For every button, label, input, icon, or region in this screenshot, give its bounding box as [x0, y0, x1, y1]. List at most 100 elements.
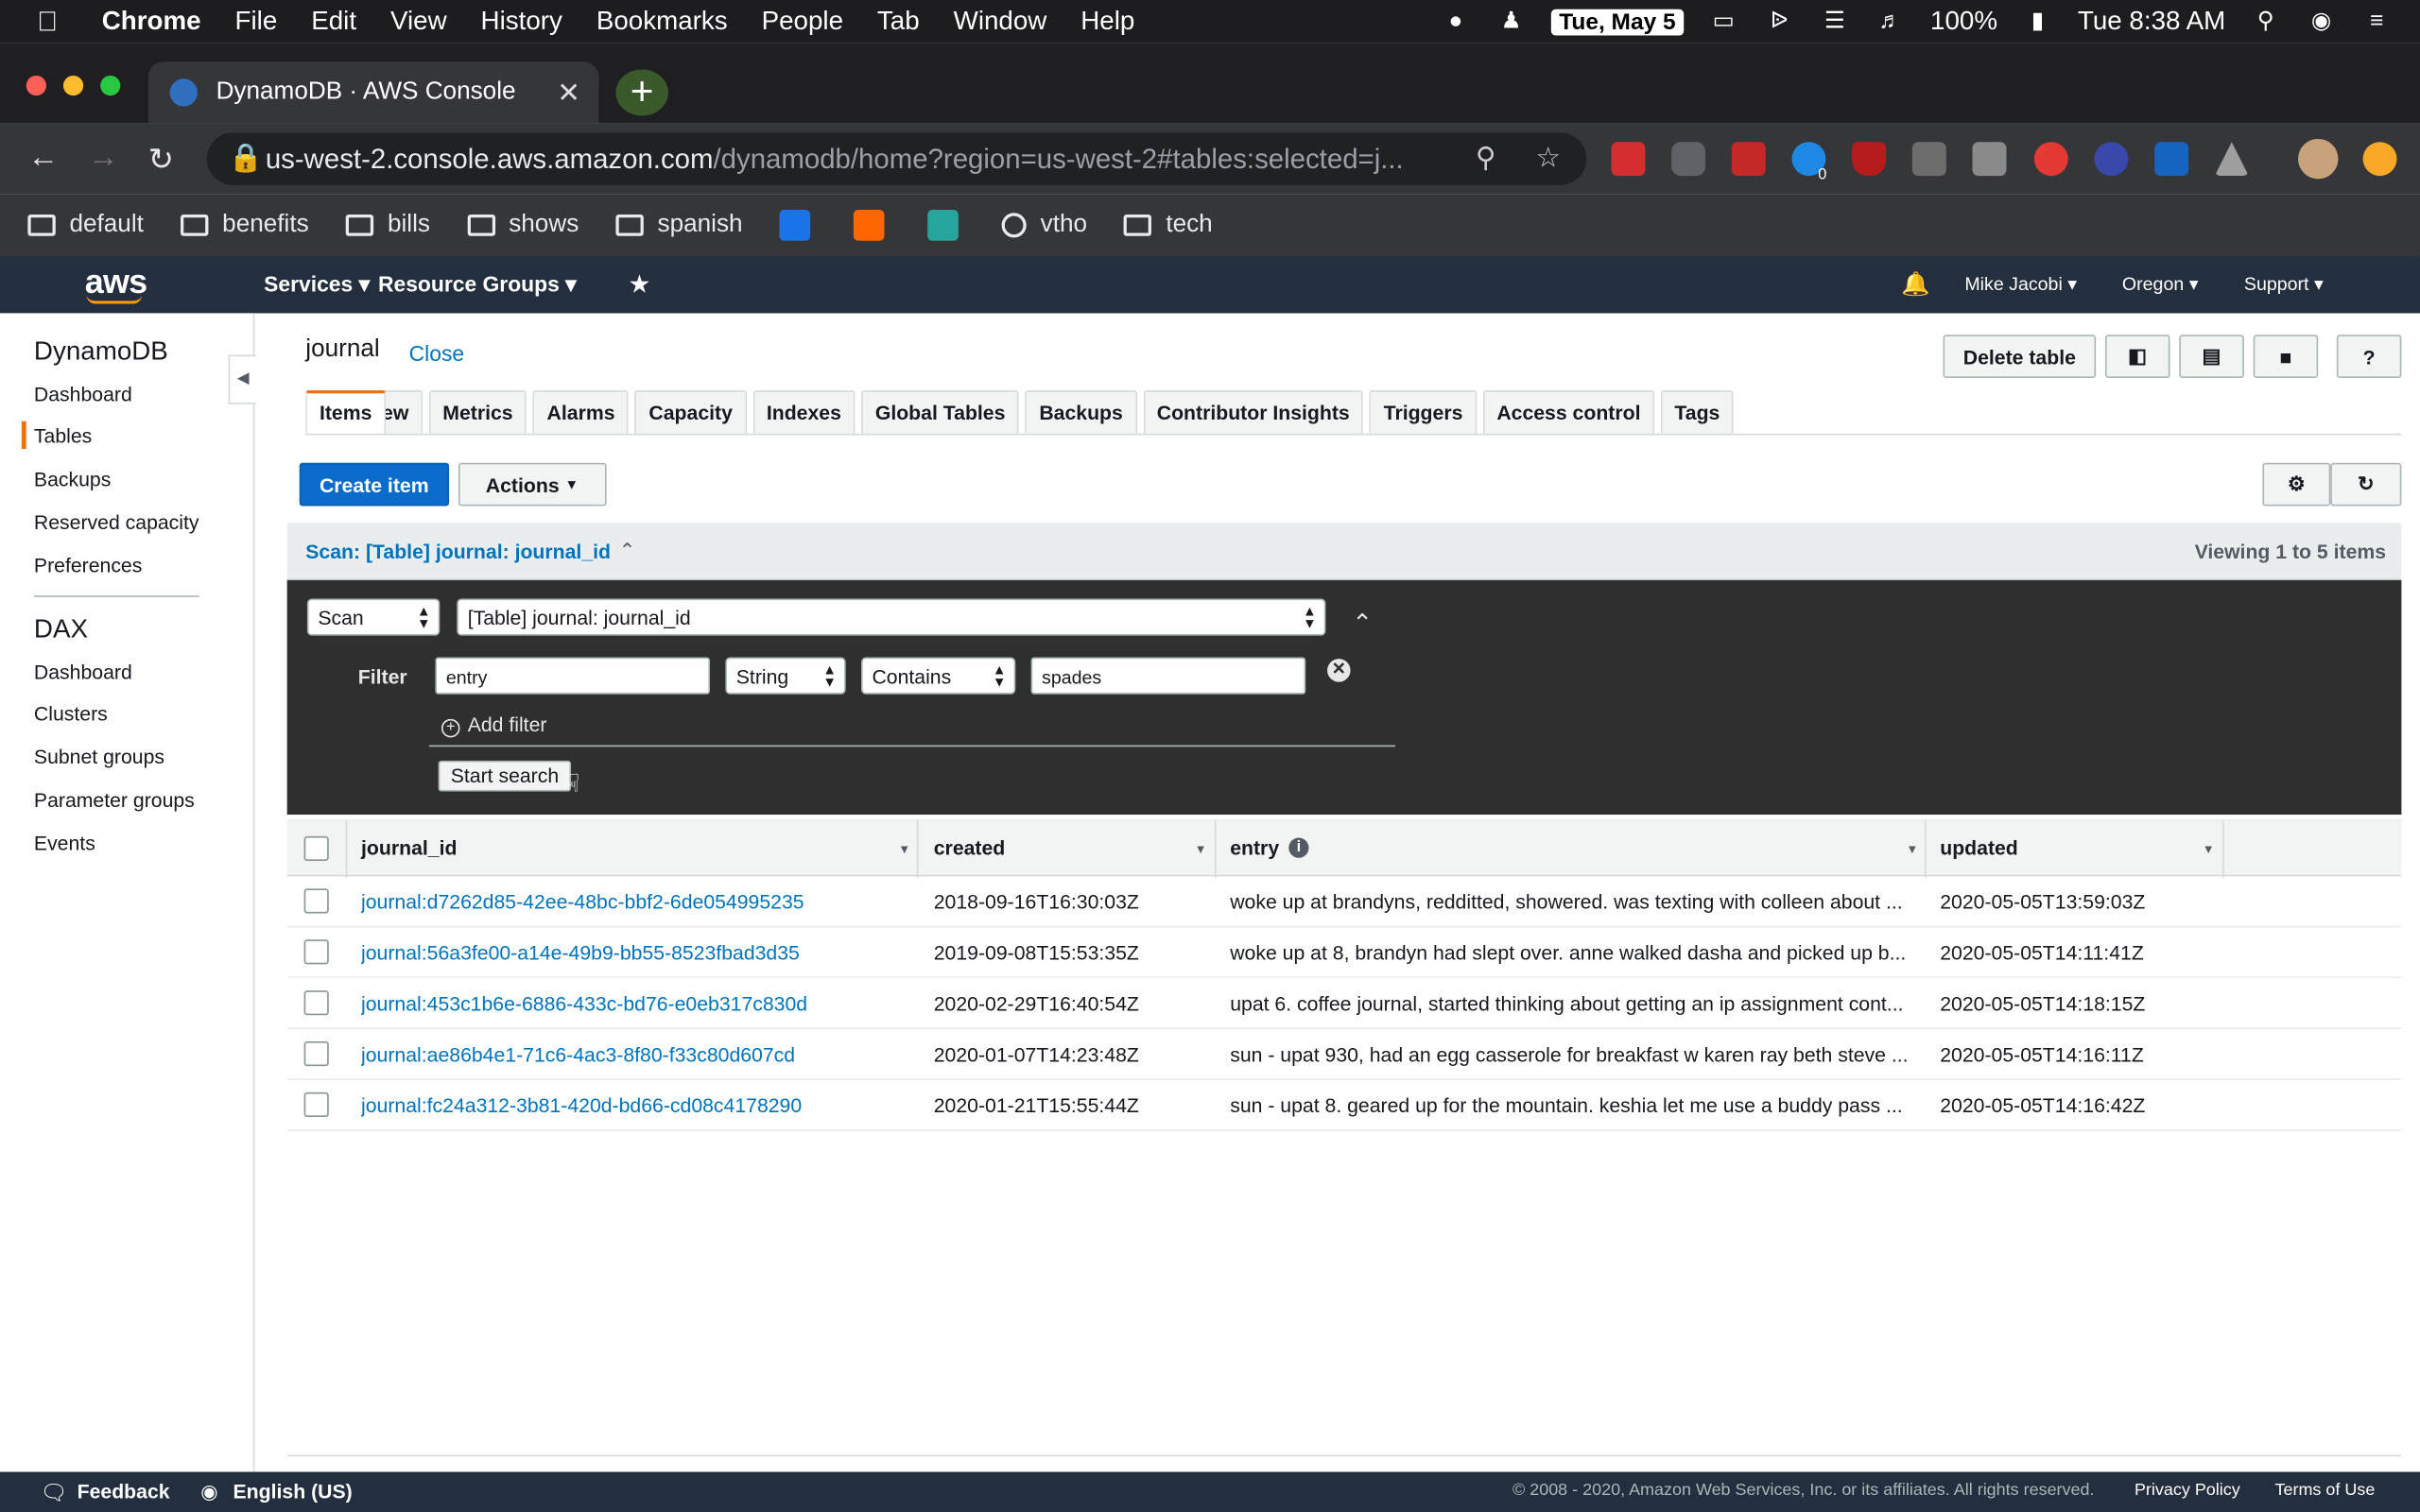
reload-icon[interactable]: ↻ — [148, 141, 174, 180]
help-icon[interactable]: ? — [2336, 335, 2402, 378]
sidebar-item-dax-dashboard[interactable]: Dashboard — [34, 661, 132, 683]
forward-arrow-icon[interactable]: → — [88, 141, 119, 177]
sidebar-item-clusters[interactable]: Clusters — [34, 702, 108, 725]
menu-tab[interactable]: Tab — [877, 7, 920, 38]
menu-history[interactable]: History — [481, 7, 562, 38]
feedback-bubble-icon[interactable]: 🗨 — [40, 1480, 67, 1506]
settings-gear-icon[interactable]: ⚙ — [2262, 462, 2331, 507]
sidebar-collapse-button[interactable]: ◀ — [228, 354, 257, 404]
menu-edit[interactable]: Edit — [311, 7, 356, 38]
menu-file[interactable]: File — [235, 7, 278, 38]
cell-journal-id[interactable]: journal:56a3fe00-a14e-49b9-bb55-8523fbad… — [361, 941, 901, 964]
apple-menu-icon[interactable]:  — [37, 6, 83, 38]
scan-target-select[interactable]: [Table] journal: journal_id ▲ ▼ — [457, 598, 1326, 636]
sidebar-item-events[interactable]: Events — [34, 832, 95, 854]
menu-window[interactable]: Window — [954, 7, 1047, 38]
browser-tab-active[interactable]: DynamoDB · AWS Console ✕ — [147, 61, 599, 124]
bookmark-spanish[interactable]: spanish — [615, 212, 743, 239]
user-status-icon[interactable]: ♟ — [1495, 7, 1527, 38]
battery-icon[interactable]: ▮ — [2022, 7, 2053, 38]
sort-caret-icon[interactable]: ▼ — [1906, 842, 1918, 856]
new-tab-button[interactable]: + — [615, 69, 668, 116]
scan-header[interactable]: Scan: [Table] journal: journal_id ⌃ View… — [286, 523, 2402, 580]
sidebar-item-parameter-groups[interactable]: Parameter groups — [34, 788, 195, 811]
notifications-bell-icon[interactable]: 🔔 — [1901, 270, 1930, 298]
battery-percent[interactable]: 100% — [1930, 7, 1997, 38]
bookmark-hacker-news[interactable] — [854, 210, 890, 241]
tab-metrics[interactable]: Metrics — [428, 390, 527, 434]
column-header-created[interactable]: created — [934, 836, 1006, 859]
row-checkbox[interactable] — [303, 990, 329, 1016]
sidebar-item-reserved-capacity[interactable]: Reserved capacity — [34, 510, 199, 533]
cell-journal-id[interactable]: journal:453c1b6e-6886-433c-bd76-e0eb317c… — [361, 992, 901, 1015]
window-close-button[interactable] — [26, 75, 46, 96]
sidebar-item-backups[interactable]: Backups — [34, 468, 111, 490]
airplay-icon[interactable]: ▭ — [1708, 7, 1739, 38]
date-badge[interactable]: Tue, May 5 — [1551, 8, 1684, 35]
wifi-icon[interactable]: ☰ — [1819, 7, 1850, 38]
window-minimize-button[interactable] — [62, 75, 84, 96]
column-header-entry[interactable]: entry — [1230, 836, 1279, 859]
tab-contributor-insights[interactable]: Contributor Insights — [1143, 390, 1364, 434]
pin-icon[interactable]: ★ — [630, 271, 649, 298]
tab-tags[interactable]: Tags — [1660, 390, 1735, 434]
globe-icon[interactable]: ◉ — [200, 1480, 218, 1504]
menu-bookmarks[interactable]: Bookmarks — [596, 7, 728, 38]
sort-caret-icon[interactable]: ▼ — [898, 842, 910, 856]
spotlight-search-icon[interactable]: ⚲ — [2250, 7, 2281, 38]
sort-caret-icon[interactable]: ▼ — [2203, 842, 2215, 856]
cell-journal-id[interactable]: journal:d7262d85-42ee-48bc-bbf2-6de05499… — [361, 890, 901, 913]
notification-center-icon[interactable]: ≡ — [2361, 7, 2393, 38]
volume-icon[interactable]: ♬ — [1875, 7, 1906, 38]
filter-operator-select[interactable]: Contains ▲ ▼ — [861, 657, 1016, 695]
services-menu[interactable]: Services ▾ — [264, 271, 370, 298]
support-menu[interactable]: Support ▾ — [2244, 273, 2324, 295]
user-menu[interactable]: Mike Jacobi ▾ — [1964, 273, 2077, 295]
sidebar-title-dax[interactable]: DAX — [34, 614, 88, 645]
tab-global-tables[interactable]: Global Tables — [861, 390, 1020, 434]
tab-access-control[interactable]: Access control — [1482, 390, 1655, 434]
sidebar-item-preferences[interactable]: Preferences — [34, 554, 142, 576]
update-indicator-icon[interactable] — [2362, 142, 2397, 177]
sort-caret-icon[interactable]: ▼ — [1195, 842, 1207, 856]
table-row[interactable]: journal:453c1b6e-6886-433c-bd76-e0eb317c… — [286, 978, 2402, 1029]
row-checkbox[interactable] — [303, 1041, 329, 1067]
remove-filter-icon[interactable]: ✕ — [1327, 659, 1351, 682]
tab-backups[interactable]: Backups — [1025, 390, 1137, 434]
delete-table-button[interactable]: Delete table — [1943, 335, 2097, 378]
tab-indexes[interactable]: Indexes — [752, 390, 856, 434]
actions-dropdown[interactable]: Actions ▼ — [458, 462, 607, 507]
cell-journal-id[interactable]: journal:ae86b4e1-71c6-4ac3-8f80-f33c80d6… — [361, 1043, 901, 1066]
terms-of-use-link[interactable]: Terms of Use — [2275, 1481, 2376, 1500]
window-zoom-button[interactable] — [100, 75, 121, 96]
privacy-policy-link[interactable]: Privacy Policy — [2135, 1481, 2240, 1500]
profile-avatar[interactable] — [2298, 138, 2339, 180]
zoom-icon[interactable]: ⚲ — [1476, 142, 1496, 174]
address-bar[interactable]: us-west-2.console.aws.amazon.com/dynamod… — [206, 132, 1587, 185]
select-all-checkbox[interactable] — [303, 835, 329, 862]
sidebar-item-dashboard[interactable]: Dashboard — [34, 383, 132, 405]
extension-css-icon[interactable] — [1911, 142, 1946, 177]
bookmark-vtho[interactable]: vtho — [1001, 212, 1087, 239]
sidebar-title-dynamodb[interactable]: DynamoDB — [34, 336, 168, 368]
scan-summary[interactable]: Scan: [Table] journal: journal_id — [305, 540, 611, 562]
menu-help[interactable]: Help — [1080, 7, 1134, 38]
bookmark-benefits[interactable]: benefits — [181, 212, 309, 239]
sidebar-item-subnet-groups[interactable]: Subnet groups — [34, 746, 164, 768]
tab-alarms[interactable]: Alarms — [532, 390, 630, 434]
create-item-button[interactable]: Create item — [299, 462, 449, 507]
extension-stop-icon[interactable] — [2033, 142, 2068, 177]
tab-close-icon[interactable]: ✕ — [557, 77, 580, 109]
menu-app-chrome[interactable]: Chrome — [102, 7, 201, 38]
column-header-updated[interactable]: updated — [1940, 836, 2018, 859]
extension-video-icon[interactable] — [2094, 142, 2129, 177]
filter-type-select[interactable]: String ▲ ▼ — [725, 657, 846, 695]
info-icon[interactable]: i — [1288, 837, 1309, 858]
close-link[interactable]: Close — [409, 341, 464, 366]
sidebar-item-tables[interactable]: Tables — [34, 424, 92, 447]
tab-triggers[interactable]: Triggers — [1369, 390, 1478, 434]
tab-capacity[interactable]: Capacity — [634, 390, 747, 434]
scan-mode-select[interactable]: Scan ▲ ▼ — [306, 598, 441, 636]
extension-info-icon[interactable] — [2154, 142, 2189, 177]
column-header-journal-id[interactable]: journal_id — [361, 836, 457, 859]
